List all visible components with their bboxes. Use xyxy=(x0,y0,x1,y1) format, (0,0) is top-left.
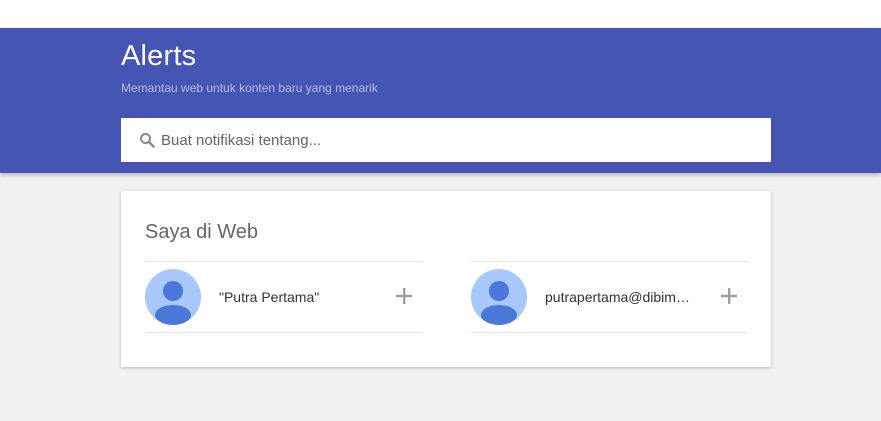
top-strip xyxy=(0,0,881,28)
person-icon xyxy=(155,281,191,325)
avatar xyxy=(471,269,527,325)
plus-icon[interactable] xyxy=(721,288,737,304)
card-title: Saya di Web xyxy=(145,221,259,243)
me-item-name[interactable]: "Putra Pertama" xyxy=(145,261,422,333)
avatar xyxy=(145,269,201,325)
me-item-label: putrapertama@dibimbing.id xyxy=(545,289,695,305)
me-item-label: "Putra Pertama" xyxy=(219,289,320,305)
search-input[interactable] xyxy=(161,118,771,162)
header-banner: Alerts Memantau web untuk konten baru ya… xyxy=(0,28,881,173)
search-box[interactable] xyxy=(121,118,771,162)
search-icon xyxy=(139,132,155,148)
plus-icon[interactable] xyxy=(396,288,412,304)
me-on-web-card: Saya di Web "Putra Pertama" putrapertama… xyxy=(121,191,771,367)
me-item-email[interactable]: putrapertama@dibimbing.id xyxy=(471,261,747,333)
page-title: Alerts xyxy=(121,40,197,72)
page-subtitle: Memantau web untuk konten baru yang mena… xyxy=(121,81,378,95)
person-icon xyxy=(481,281,517,325)
